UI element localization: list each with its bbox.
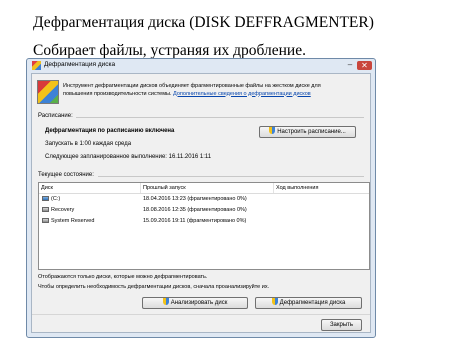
configure-schedule-button[interactable]: Настроить расписание...: [259, 126, 356, 138]
disk-table: Диск Прошлый запуск Ход выполнения (C:) …: [38, 182, 370, 270]
schedule-run-text: Запускать в 1:00 каждая среда: [45, 141, 132, 147]
status-section-label: Текущее состояние:: [38, 172, 94, 178]
defragment-disk-label: Дефрагментация диска: [279, 300, 346, 306]
disk-table-header: Диск Прошлый запуск Ход выполнения: [39, 183, 369, 194]
system-drive-icon: [42, 196, 49, 201]
intro-text: Инструмент дефрагментации дисков объедин…: [63, 83, 368, 98]
disk-last-run: 18.08.2016 12:35 (фрагментировано 0%): [143, 207, 247, 213]
column-last-run[interactable]: Прошлый запуск: [141, 183, 274, 193]
more-info-link[interactable]: Дополнительные сведения о дефрагментации…: [173, 91, 311, 97]
close-button[interactable]: Закрыть: [321, 319, 362, 331]
disk-name: Recovery: [51, 207, 75, 213]
minimize-button[interactable]: –: [345, 61, 355, 70]
uac-shield-icon: [269, 127, 276, 134]
drive-icon: [42, 218, 49, 223]
disk-name: System Reserved: [51, 218, 95, 224]
slide-title: Дефрагментация диска (DISK DEFFRAGMENTER…: [33, 14, 374, 31]
disk-last-run: 18.04.2016 13:23 (фрагментировано 0%): [143, 196, 247, 202]
disk-row[interactable]: (C:) 18.04.2016 13:23 (фрагментировано 0…: [39, 195, 369, 204]
window-client-area: Инструмент дефрагментации дисков объедин…: [31, 73, 371, 333]
schedule-divider: [76, 117, 364, 118]
analyze-disk-button[interactable]: Анализировать диск: [142, 297, 248, 309]
uac-shield-icon: [271, 298, 278, 305]
uac-shield-icon: [162, 298, 169, 305]
defrag-logo-icon: [37, 80, 59, 104]
column-disk[interactable]: Диск: [39, 183, 141, 193]
defrag-app-icon: [32, 61, 41, 70]
footer-note-1: Отображаются только диски, которые можно…: [38, 274, 208, 280]
configure-schedule-label: Настроить расписание...: [277, 129, 346, 135]
status-divider: [98, 176, 364, 177]
column-progress[interactable]: Ход выполнения: [274, 183, 369, 193]
footer-note-2: Чтобы определить необходимость дефрагмен…: [38, 284, 270, 290]
schedule-section-label: Расписание:: [38, 113, 73, 119]
defrag-window: Дефрагментация диска – ✕ Инструмент дефр…: [26, 58, 376, 338]
disk-last-run: 15.09.2016 19:11 (фрагментировано 0%): [143, 218, 247, 224]
window-titlebar[interactable]: Дефрагментация диска – ✕: [27, 59, 375, 73]
disk-row[interactable]: System Reserved 15.09.2016 19:11 (фрагме…: [39, 217, 369, 226]
close-window-button[interactable]: ✕: [357, 61, 372, 70]
disk-name: (C:): [51, 196, 61, 202]
intro-line-1: Инструмент дефрагментации дисков объедин…: [63, 83, 321, 89]
window-title: Дефрагментация диска: [44, 61, 116, 68]
defragment-disk-button[interactable]: Дефрагментация диска: [255, 297, 362, 309]
analyze-disk-label: Анализировать диск: [170, 300, 228, 306]
drive-icon: [42, 207, 49, 212]
disk-row[interactable]: Recovery 18.08.2016 12:35 (фрагментирова…: [39, 206, 369, 215]
footer-divider: [32, 314, 370, 315]
schedule-next-text: Следующее запланированное выполнение: 16…: [45, 154, 212, 160]
intro-line-2: повышения производительности системы.: [63, 90, 174, 97]
schedule-enabled-text: Дефрагментация по расписанию включена: [45, 128, 175, 134]
